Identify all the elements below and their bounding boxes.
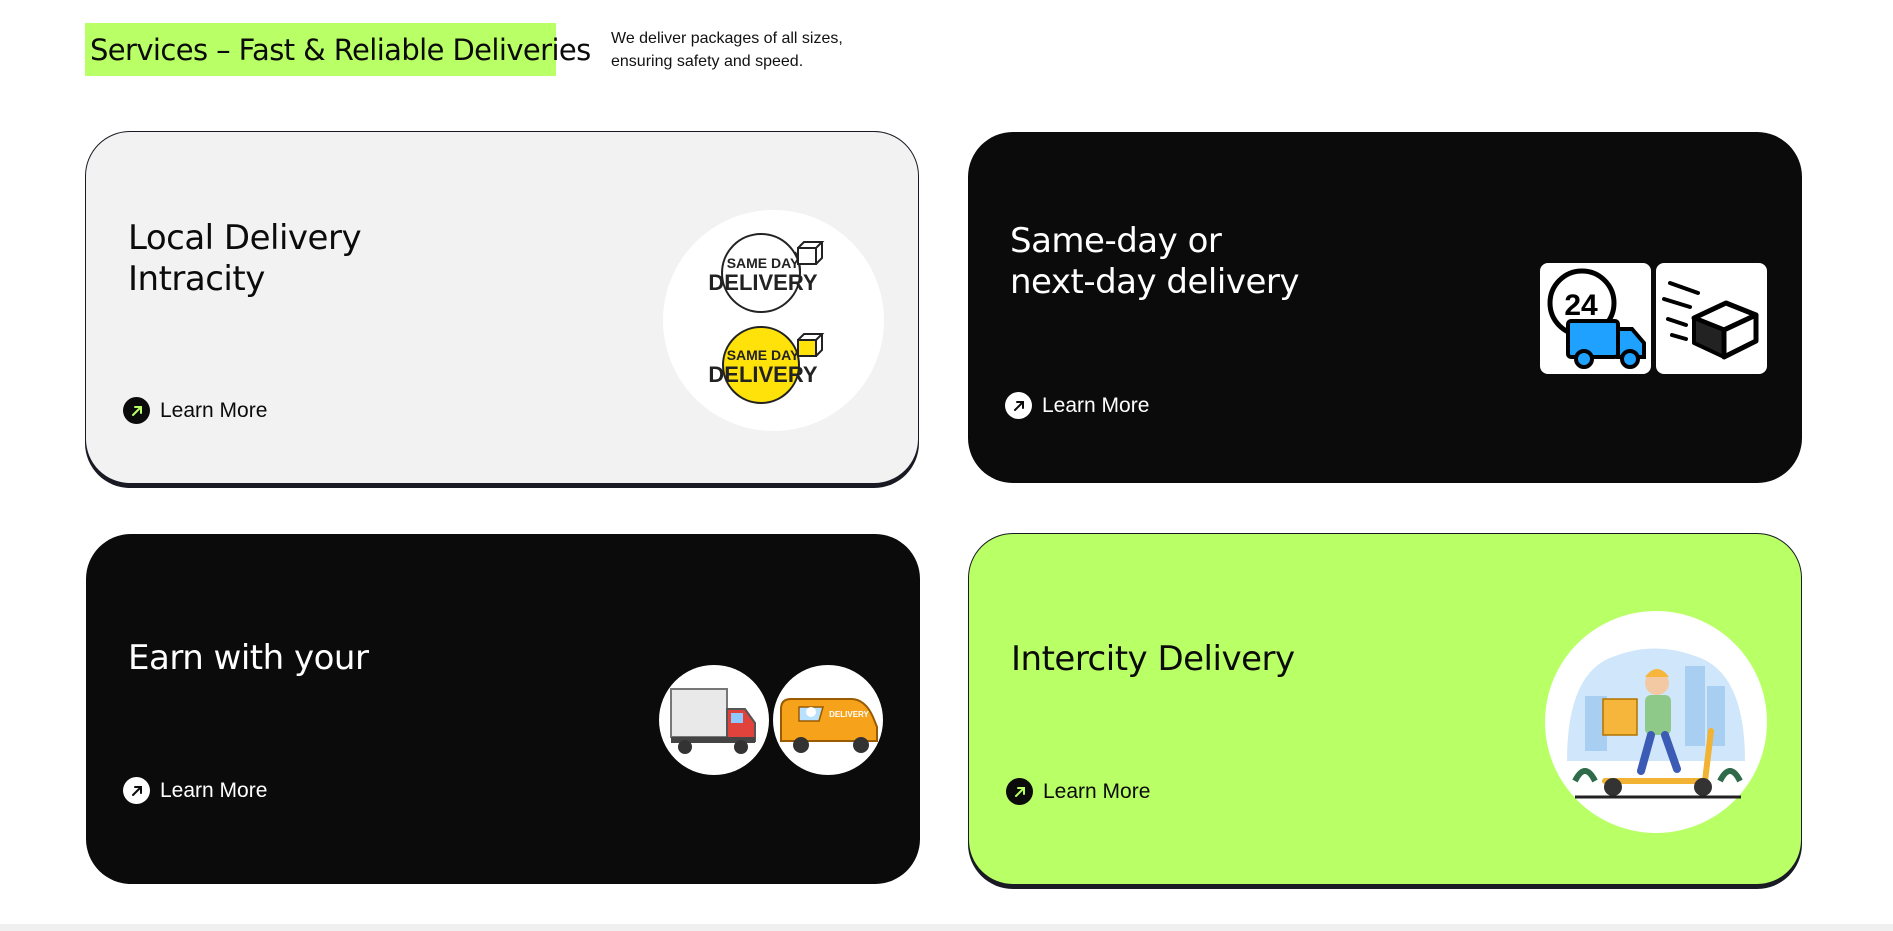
delivery-van-icon: DELIVERY bbox=[773, 665, 883, 775]
svg-text:DELIVERY: DELIVERY bbox=[708, 362, 818, 387]
scooter-courier-icon bbox=[1545, 611, 1767, 833]
service-illustration: SAME DAY DELIVERY SAME DAY DELIVERY bbox=[663, 210, 884, 431]
card-title: Earn with your bbox=[128, 638, 369, 678]
svg-text:SAME DAY: SAME DAY bbox=[727, 347, 800, 363]
service-card-local-delivery[interactable]: Local Delivery Intracity Learn More SAME… bbox=[85, 131, 919, 484]
learn-more-label: Learn More bbox=[160, 398, 268, 422]
service-card-earn[interactable]: Earn with your Learn More DELIVERY bbox=[86, 534, 920, 884]
svg-text:DELIVERY: DELIVERY bbox=[829, 710, 869, 719]
svg-text:SAME DAY: SAME DAY bbox=[727, 255, 800, 271]
truck-icon bbox=[659, 665, 769, 775]
learn-more-label: Learn More bbox=[160, 778, 268, 802]
learn-more-link[interactable]: Learn More bbox=[1005, 392, 1149, 419]
section-subtitle: We deliver packages of all sizes, ensuri… bbox=[611, 30, 843, 70]
learn-more-link[interactable]: Learn More bbox=[1006, 778, 1150, 805]
card-title: Local Delivery Intracity bbox=[128, 218, 362, 299]
arrow-up-right-icon bbox=[1005, 392, 1032, 419]
learn-more-label: Learn More bbox=[1043, 779, 1151, 803]
service-card-same-day[interactable]: Same-day or next-day delivery Learn More… bbox=[968, 132, 1802, 483]
arrow-up-right-icon bbox=[1006, 778, 1033, 805]
svg-text:24: 24 bbox=[1564, 289, 1598, 322]
card-title: Intercity Delivery bbox=[1011, 639, 1295, 679]
fast-box-icon bbox=[1656, 263, 1767, 374]
arrow-up-right-icon bbox=[123, 397, 150, 424]
24-hour-truck-icon: 24 bbox=[1540, 263, 1651, 374]
section-title: Services – Fast & Reliable Deliveries bbox=[85, 23, 591, 76]
same-day-delivery-badge-icon: SAME DAY DELIVERY SAME DAY DELIVERY bbox=[708, 233, 825, 404]
section-header: Services – Fast & Reliable Deliveries bbox=[85, 23, 591, 76]
learn-more-link[interactable]: Learn More bbox=[123, 777, 267, 804]
arrow-up-right-icon bbox=[123, 777, 150, 804]
learn-more-link[interactable]: Learn More bbox=[123, 397, 267, 424]
page-footer-strip bbox=[0, 924, 1893, 931]
svg-text:DELIVERY: DELIVERY bbox=[708, 270, 818, 295]
learn-more-label: Learn More bbox=[1042, 393, 1150, 417]
service-card-intercity[interactable]: Intercity Delivery Learn More bbox=[968, 533, 1802, 885]
card-title: Same-day or next-day delivery bbox=[1010, 221, 1299, 302]
